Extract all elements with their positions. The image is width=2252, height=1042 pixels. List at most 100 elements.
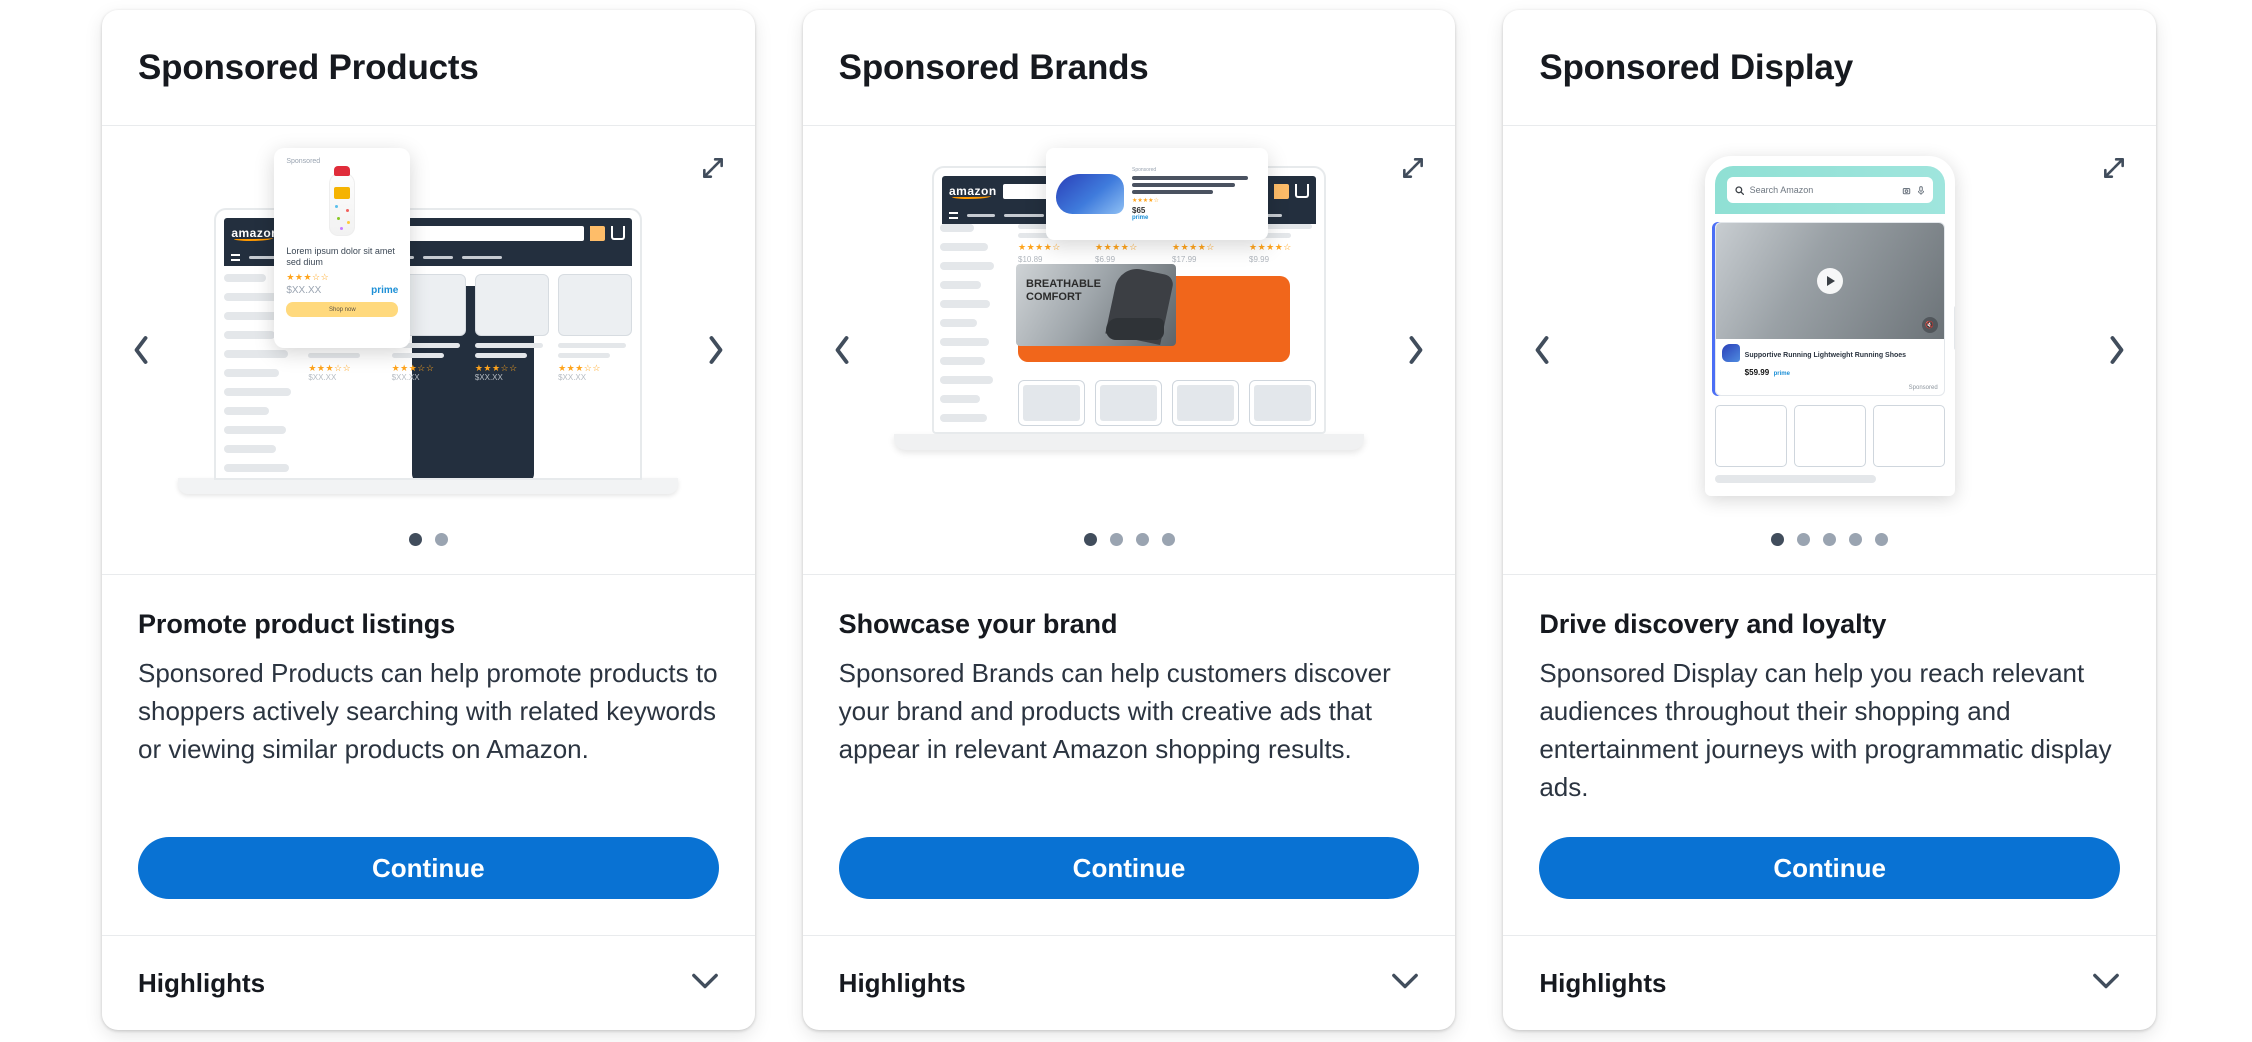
amazon-logo: amazon: [231, 226, 280, 241]
product-stars: ★★★☆☆: [558, 363, 601, 373]
carousel-prev-button[interactable]: [120, 324, 162, 376]
product-price: $59.99: [1744, 368, 1770, 377]
card-heading: Promote product listings: [138, 609, 456, 639]
card-description: Sponsored Brands can help customers disc…: [838, 658, 1391, 764]
product-price: $65: [1132, 206, 1146, 215]
filter-sidebar: [940, 224, 996, 432]
carousel-next-button[interactable]: [2096, 324, 2138, 376]
phone-header: Search Amazon: [1714, 166, 1945, 214]
chevron-down-icon[interactable]: [2092, 972, 2120, 995]
sponsored-brands-banner: BREATHABLE COMFORT: [1016, 264, 1290, 362]
carousel-dot[interactable]: [1797, 533, 1811, 546]
card-body: Drive discovery and loyalty Sponsored Di…: [1503, 575, 2157, 936]
carousel-dots: [803, 533, 1456, 546]
carousel-dot[interactable]: [1083, 533, 1097, 546]
amazon-logo: amazon: [949, 184, 997, 199]
play-icon[interactable]: [1816, 268, 1843, 294]
carousel-media: Search Amazon 🔇 Supportive Running Light…: [1503, 126, 2157, 575]
card-sponsored-display: Sponsored Display Search Amazon 🔇 Suppor…: [1503, 10, 2157, 1030]
card-header: Sponsored Display: [1503, 10, 2157, 126]
product-thumbnail: [1721, 344, 1740, 362]
product-image: [1056, 174, 1124, 214]
product-stars: ★★★★☆: [1018, 242, 1061, 252]
carousel-next-button[interactable]: [1395, 324, 1437, 376]
expand-icon[interactable]: [693, 148, 733, 188]
carousel-media: amazon: [102, 126, 755, 575]
card-header: Sponsored Brands: [802, 10, 1456, 126]
sponsored-label: Sponsored: [1908, 385, 1938, 391]
product-price: $10.89: [1018, 255, 1043, 264]
chevron-down-icon[interactable]: [691, 972, 719, 995]
hamburger-icon: [231, 253, 241, 261]
carousel-media: amazon: [802, 126, 1456, 575]
carousel-dot[interactable]: [1135, 533, 1149, 546]
illustration-sponsored-brands: amazon ★★★★☆ $10.89 ★★★★☆ $6.99 ★★★★☆ $1…: [803, 126, 1456, 574]
card-sponsored-products: Sponsored Products amazon ★★★☆☆ $XX.XX ★…: [102, 10, 755, 1030]
search-icon: [1274, 183, 1289, 199]
camera-icon: [1902, 187, 1910, 194]
laptop-base: [178, 478, 679, 494]
product-image: [286, 166, 398, 240]
card-title: Sponsored Brands: [838, 47, 1149, 87]
banner-creative-image: BREATHABLE COMFORT: [1016, 264, 1176, 346]
chevron-down-icon[interactable]: [1391, 972, 1419, 995]
card-description: Sponsored Products can help promote prod…: [138, 658, 718, 764]
hamburger-icon: [949, 211, 958, 219]
highlights-accordion[interactable]: Highlights: [102, 936, 755, 1030]
carousel-dot[interactable]: [434, 533, 448, 546]
expand-icon[interactable]: [1393, 148, 1433, 188]
card-sponsored-brands: Sponsored Brands amazon ★★★★☆ $10.89 ★★★…: [802, 10, 1456, 1030]
product-price: $XX.XX: [391, 373, 420, 382]
product-price: $XX.XX: [474, 373, 503, 382]
product-stars: ★★★☆☆: [308, 363, 352, 373]
video-ad-unit: 🔇 Supportive Running Lightweight Running…: [1714, 222, 1945, 396]
cards-container: Sponsored Products amazon ★★★☆☆ $XX.XX ★…: [0, 0, 2252, 1042]
carousel-dot[interactable]: [1771, 533, 1785, 546]
carousel-next-button[interactable]: [695, 324, 737, 376]
card-title: Sponsored Display: [1539, 47, 1853, 87]
shop-now-button: Shop now: [286, 302, 399, 317]
cart-icon: [1295, 184, 1309, 198]
product-price: $6.99: [1095, 255, 1116, 264]
product-stars: ★★★☆☆: [474, 363, 518, 373]
card-body: Showcase your brand Sponsored Brands can…: [802, 575, 1456, 936]
banner-headline: BREATHABLE COMFORT: [1026, 278, 1101, 303]
highlights-accordion[interactable]: Highlights: [803, 936, 1456, 1030]
video-thumbnail: 🔇: [1715, 223, 1944, 339]
carousel-dot[interactable]: [408, 533, 422, 546]
card-heading: Showcase your brand: [838, 609, 1118, 639]
product-price: $XX.XX: [558, 373, 587, 382]
highlights-label: Highlights: [838, 967, 966, 998]
continue-button[interactable]: Continue: [838, 837, 1420, 899]
illustration-sponsored-products: amazon ★★★☆☆ $XX.XX ★★★☆☆ $XX.XX ★★★☆☆ $…: [102, 126, 755, 574]
card-body: Promote product listings Sponsored Produ…: [102, 575, 755, 936]
product-stars: ★★★★☆: [1249, 242, 1292, 252]
carousel-prev-button[interactable]: [821, 324, 863, 376]
search-icon: [590, 225, 606, 241]
product-price: $XX.XX: [308, 373, 337, 382]
mute-icon[interactable]: 🔇: [1921, 317, 1938, 333]
card-heading: Drive discovery and loyalty: [1539, 609, 1887, 639]
product-price: $9.99: [1249, 255, 1270, 264]
carousel-dot[interactable]: [1875, 533, 1889, 546]
card-header: Sponsored Products: [102, 10, 755, 126]
carousel-dot[interactable]: [1161, 533, 1175, 546]
expand-icon[interactable]: [2094, 148, 2134, 188]
continue-button[interactable]: Continue: [138, 837, 719, 899]
phone-device: Search Amazon 🔇 Supportive Running Light…: [1704, 156, 1955, 496]
highlights-accordion[interactable]: Highlights: [1503, 936, 2156, 1030]
illustration-sponsored-display: Search Amazon 🔇 Supportive Running Light…: [1503, 126, 2156, 574]
product-stars: ★★★★☆: [1095, 242, 1138, 252]
product-price: $17.99: [1172, 255, 1197, 264]
cart-icon: [611, 226, 626, 240]
product-title: Lorem ipsum dolor sit amet sed dium: [286, 246, 395, 267]
carousel-prev-button[interactable]: [1521, 324, 1563, 376]
product-title: Supportive Running Lightweight Running S…: [1744, 352, 1907, 359]
product-stars: ★★★★☆: [1172, 242, 1215, 252]
continue-button[interactable]: Continue: [1539, 837, 2121, 899]
carousel-dots: [102, 533, 755, 546]
product-stars: ★★★☆☆: [391, 363, 435, 373]
carousel-dot[interactable]: [1849, 533, 1863, 546]
carousel-dot[interactable]: [1109, 533, 1123, 546]
carousel-dot[interactable]: [1823, 533, 1837, 546]
